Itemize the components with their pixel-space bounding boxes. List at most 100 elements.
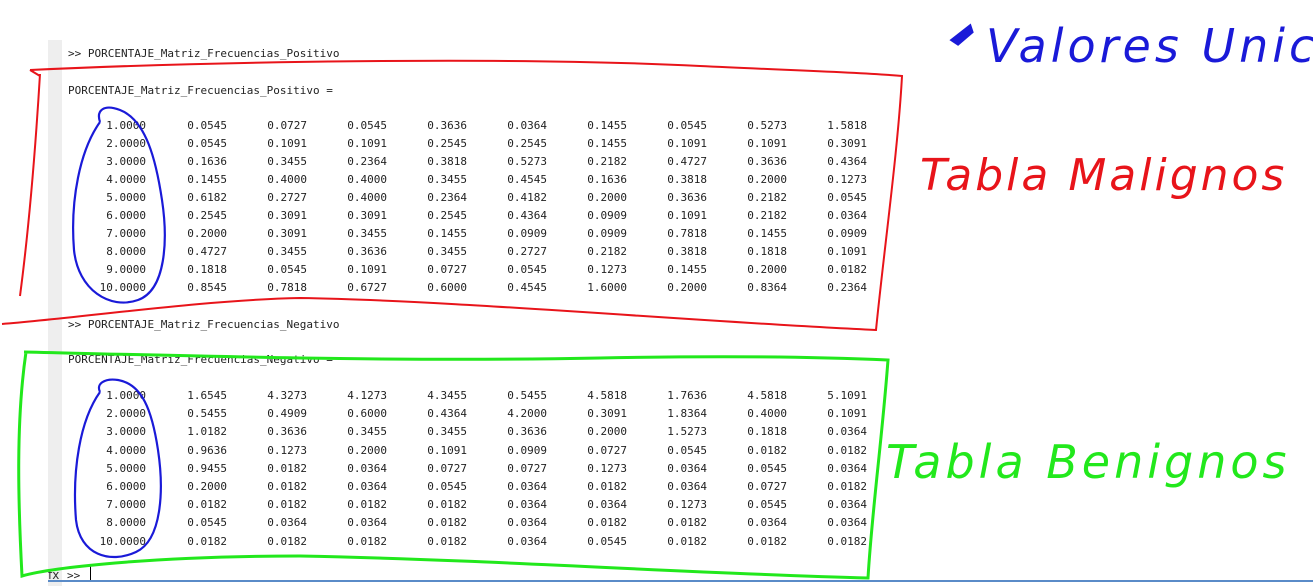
matrix-cell: 0.4000 [267,173,307,186]
matrix-cell: 10.0000 [99,281,146,294]
matrix-cell: 5.0000 [106,191,146,204]
matrix-cell: 0.0545 [827,191,867,204]
matrix-cell: 0.0182 [267,498,307,512]
matrix-cell: 0.0364 [827,516,867,530]
matrix-cell: 0.2727 [267,191,307,204]
matrix-cell: 0.2000 [747,173,787,186]
matrix-cell: 0.1818 [747,425,787,439]
matrix-cell: 0.8364 [747,281,787,294]
matrix-cell: 0.1091 [747,137,787,150]
matrix-cell: 0.4545 [507,281,547,294]
matrix-cell: 4.5818 [747,389,787,402]
matrix-cell: 0.4182 [507,191,547,204]
matrix-cell: 0.3455 [347,425,387,439]
matrix-cell: 0.1636 [187,155,227,168]
matrix-cell: 0.2182 [587,245,627,258]
matrix-cell: 5.1091 [827,389,867,402]
matrix-cell: 0.0364 [507,498,547,512]
matrix-cell: 0.0545 [427,480,467,493]
matrix-cell: 0.0182 [747,443,787,457]
matrix-cell: 0.4364 [427,407,467,421]
matrix-cell: 0.0182 [587,480,627,493]
matrix-cell: 1.0182 [187,425,227,439]
matrix-cell: 0.3636 [747,155,787,168]
matrix-cell: 0.3636 [267,425,307,439]
matrix-cell: 0.0182 [427,534,467,548]
matrix-cell: 0.2000 [587,425,627,439]
matrix-cell: 0.2182 [747,191,787,204]
matrix-cell: 4.0000 [106,173,146,186]
command-positive: >> PORCENTAJE_Matriz_Frecuencias_Positiv… [68,47,340,60]
note-tabla-malignos: Tabla Malignos [920,150,1287,201]
matrix-cell: 0.3091 [267,227,307,240]
matrix-cell: 0.3455 [427,173,467,186]
matrix-cell: 0.1273 [587,263,627,276]
matrix-cell: 0.0182 [667,534,707,548]
matrix-cell: 0.0182 [827,480,867,493]
matrix-cell: 0.9455 [187,461,227,475]
matrix-cell: 0.8545 [187,281,227,294]
matrix-cell: 0.0727 [427,461,467,475]
matrix-cell: 0.3636 [347,245,387,258]
matrix-cell: 0.1818 [747,245,787,258]
matrix-cell: 0.0182 [827,534,867,548]
matrix-cell: 1.6545 [187,389,227,402]
matrix-cell: 0.2000 [667,281,707,294]
matrix-cell: 0.1091 [827,245,867,258]
matrix-cell: 0.1091 [427,443,467,457]
matrix-cell: 0.3091 [267,209,307,222]
matrix-cell: 3.0000 [106,155,146,168]
matrix-cell: 0.0182 [187,534,227,548]
matrix-cell: 0.0364 [507,480,547,493]
matrix-cell: 0.3636 [427,119,467,132]
matrix-cell: 1.6000 [587,281,627,294]
matrix-cell: 6.0000 [106,480,146,493]
matrix-cell: 0.1273 [267,443,307,457]
matrix-cell: 0.3091 [587,407,627,421]
matrix-cell: 0.4545 [507,173,547,186]
matrix-cell: 0.0364 [347,461,387,475]
matrix-cell: 0.7818 [267,281,307,294]
matrix-cell: 4.1273 [347,389,387,402]
window-bottom-border [48,580,1313,582]
matrix-cell: 0.1091 [347,137,387,150]
matrix-cell: 0.0727 [747,480,787,493]
matrix-cell: 0.0545 [667,443,707,457]
matrix-cell: 0.0364 [347,516,387,530]
matrix-cell: 0.0727 [507,461,547,475]
matrix-cell: 0.0182 [267,534,307,548]
matrix-cell: 8.0000 [106,245,146,258]
matrix-cell: 0.5455 [187,407,227,421]
matrix-cell: 0.0182 [187,498,227,512]
matrix-cell: 2.0000 [106,137,146,150]
matrix-cell: 0.2545 [427,209,467,222]
matrix-cell: 0.0364 [667,461,707,475]
matrix-cell: 0.3818 [427,155,467,168]
matrix-cell: 0.0545 [667,119,707,132]
matrix-cell: 0.2364 [347,155,387,168]
matrix-cell: 9.0000 [106,263,146,276]
matrix-cell: 0.0182 [347,534,387,548]
matrix-cell: 0.0182 [427,498,467,512]
header-negative: PORCENTAJE_Matriz_Frecuencias_Negativo = [68,353,333,366]
matrix-cell: 0.0545 [747,461,787,475]
matrix-cell: 1.8364 [667,407,707,421]
matrix-cell: 0.3818 [667,245,707,258]
matrix-cell: 0.2364 [427,191,467,204]
note-tabla-benignos: Tabla Benignos [886,435,1291,489]
text-cursor [90,566,91,581]
matrix-cell: 0.6727 [347,281,387,294]
matrix-cell: 0.6000 [347,407,387,421]
matrix-cell: 0.0364 [507,534,547,548]
matrix-cell: 0.0364 [827,425,867,439]
matrix-cell: 5.0000 [106,461,146,475]
matrix-cell: 0.1455 [427,227,467,240]
matrix-cell: 0.2364 [827,281,867,294]
matrix-cell: 0.0545 [347,119,387,132]
matrix-cell: 0.3455 [267,245,307,258]
matrix-cell: 0.0182 [267,461,307,475]
matrix-cell: 0.3091 [827,137,867,150]
matrix-cell: 0.0364 [507,119,547,132]
matrix-cell: 0.0182 [827,443,867,457]
matrix-cell: 0.0182 [747,534,787,548]
